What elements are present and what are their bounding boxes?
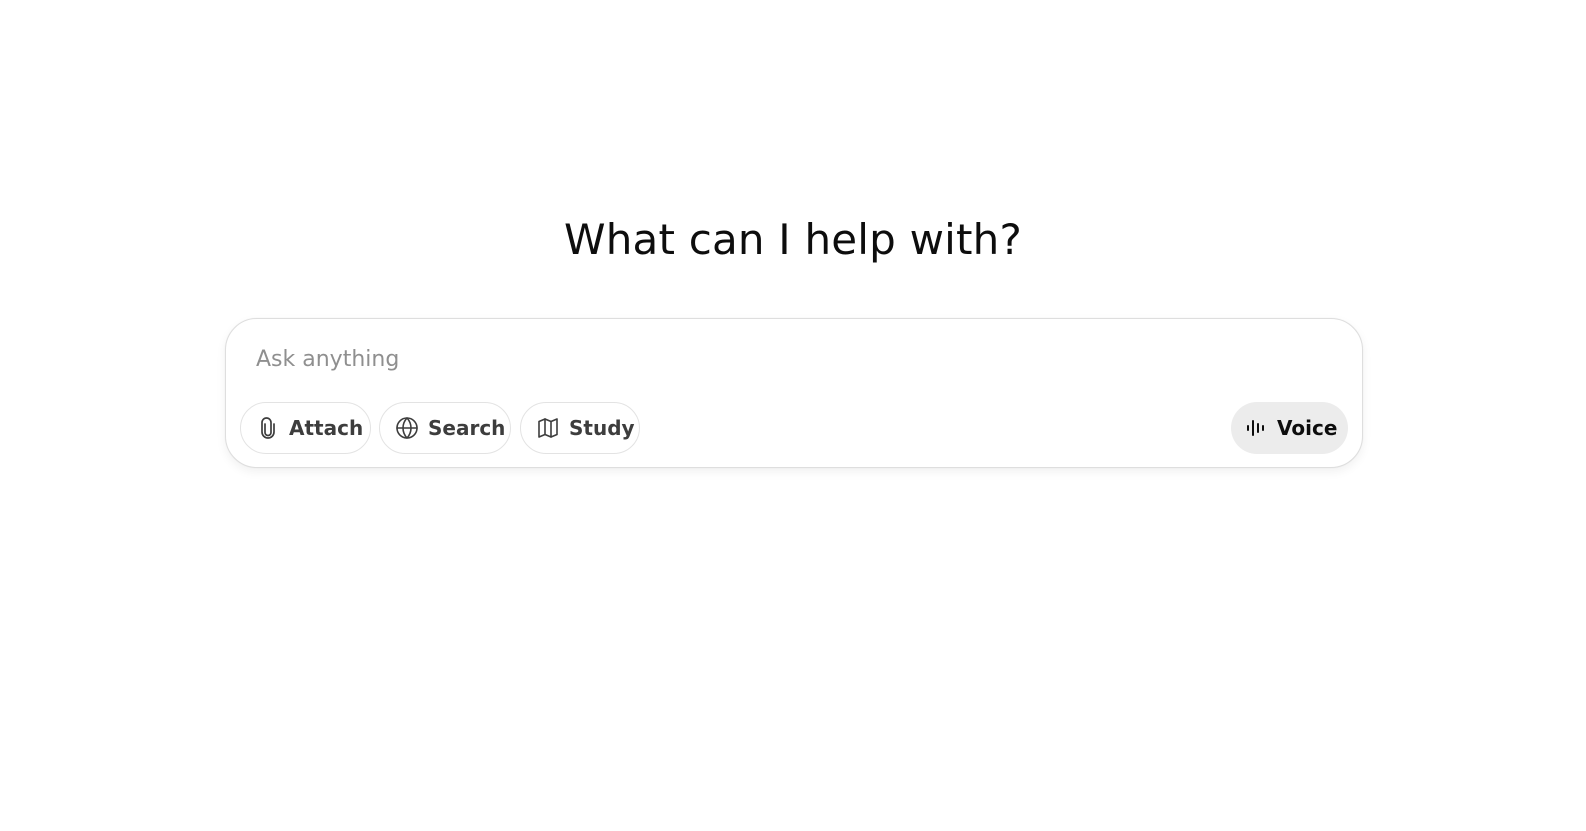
prompt-composer: Attach Search Study <box>225 318 1363 468</box>
paperclip-icon <box>256 416 280 440</box>
voice-waveform-icon <box>1245 416 1269 440</box>
search-button-label: Search <box>428 416 506 440</box>
page: What can I help with? Attach Search <box>0 0 1586 831</box>
globe-icon <box>395 416 419 440</box>
prompt-input[interactable] <box>256 341 1326 377</box>
study-button-label: Study <box>569 416 635 440</box>
book-icon <box>536 416 560 440</box>
attach-button-label: Attach <box>289 416 364 440</box>
voice-button[interactable]: Voice <box>1231 402 1348 454</box>
page-title: What can I help with? <box>564 215 1022 264</box>
voice-button-label: Voice <box>1277 416 1338 440</box>
study-button[interactable]: Study <box>520 402 640 454</box>
search-button[interactable]: Search <box>379 402 511 454</box>
attach-button[interactable]: Attach <box>240 402 371 454</box>
